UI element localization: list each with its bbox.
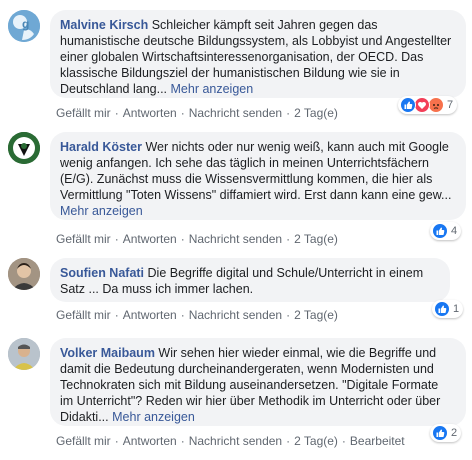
send-message-button[interactable]: Nachricht senden xyxy=(189,106,282,120)
reply-button[interactable]: Antworten xyxy=(123,106,177,120)
comment-actions: Gefällt mir · Antworten · Nachricht senden · 2… xyxy=(56,434,405,448)
timestamp[interactable]: 2 Tag(e) xyxy=(294,106,338,120)
comment-actions: Gefällt mir · Antworten · Nachricht senden · 2… xyxy=(56,232,338,246)
send-message-button[interactable]: Nachricht senden xyxy=(189,308,282,322)
separator-dot: · xyxy=(286,434,291,448)
send-message-button[interactable]: Nachricht senden xyxy=(189,232,282,246)
like-button[interactable]: Gefällt mir xyxy=(56,232,111,246)
timestamp[interactable]: 2 Tag(e) xyxy=(294,308,338,322)
avatar[interactable] xyxy=(8,258,40,290)
reply-button[interactable]: Antworten xyxy=(123,434,177,448)
like-button[interactable]: Gefällt mir xyxy=(56,308,111,322)
comment-author[interactable]: Harald Köster xyxy=(60,140,142,154)
reaction-summary[interactable]: 4 xyxy=(430,222,462,240)
comment-author[interactable]: Soufien Nafati xyxy=(60,266,144,280)
send-message-button[interactable]: Nachricht senden xyxy=(189,434,282,448)
more-link[interactable]: Mehr anzeigen xyxy=(112,410,195,424)
avatar[interactable]: g xyxy=(8,10,40,42)
separator-dot: · xyxy=(180,232,185,246)
separator-dot: · xyxy=(286,232,291,246)
reaction-summary[interactable]: 2 xyxy=(430,424,462,442)
edited-label[interactable]: Bearbeitet xyxy=(350,434,405,448)
separator-dot: · xyxy=(341,434,346,448)
separator-dot: · xyxy=(286,308,291,322)
timestamp[interactable]: 2 Tag(e) xyxy=(294,232,338,246)
separator-dot: · xyxy=(114,308,119,322)
like-button[interactable]: Gefällt mir xyxy=(56,106,111,120)
like-icon xyxy=(434,301,450,317)
comment-bubble: Soufien Nafati Die Begriffe digital und … xyxy=(50,258,450,302)
separator-dot: · xyxy=(286,106,291,120)
timestamp[interactable]: 2 Tag(e) xyxy=(294,434,338,448)
reaction-count: 7 xyxy=(447,99,454,111)
comment-bubble: Volker Maibaum Wir sehen hier wieder ein… xyxy=(50,338,466,426)
comment-author[interactable]: Volker Maibaum xyxy=(60,346,155,360)
avatar[interactable] xyxy=(8,338,40,370)
comment-bubble: Harald Köster Wer nichts oder nur wenig … xyxy=(50,132,466,220)
like-icon xyxy=(400,97,416,113)
reaction-count: 2 xyxy=(451,427,458,439)
comment-actions: Gefällt mir · Antworten · Nachricht senden · 2… xyxy=(56,308,338,322)
comment-actions: Gefällt mir · Antworten · Nachricht senden · 2… xyxy=(56,106,338,120)
separator-dot: · xyxy=(180,106,185,120)
separator-dot: · xyxy=(114,106,119,120)
angry-icon xyxy=(428,97,444,113)
reply-button[interactable]: Antworten xyxy=(123,308,177,322)
like-icon xyxy=(432,425,448,441)
separator-dot: · xyxy=(180,308,185,322)
avatar[interactable] xyxy=(8,132,40,164)
svg-text:g: g xyxy=(22,17,29,31)
reaction-count: 1 xyxy=(453,303,460,315)
like-button[interactable]: Gefällt mir xyxy=(56,434,111,448)
love-icon xyxy=(414,97,430,113)
reaction-summary[interactable]: 7 xyxy=(398,96,458,114)
more-link[interactable]: Mehr anzeigen xyxy=(171,82,254,96)
reaction-summary[interactable]: 1 xyxy=(432,300,464,318)
like-icon xyxy=(432,223,448,239)
reply-button[interactable]: Antworten xyxy=(123,232,177,246)
separator-dot: · xyxy=(114,232,119,246)
comment-bubble: Malvine Kirsch Schleicher kämpft seit Ja… xyxy=(50,10,466,98)
more-link[interactable]: Mehr anzeigen xyxy=(60,204,143,218)
reaction-count: 4 xyxy=(451,225,458,237)
separator-dot: · xyxy=(180,434,185,448)
comment-author[interactable]: Malvine Kirsch xyxy=(60,18,148,32)
separator-dot: · xyxy=(114,434,119,448)
